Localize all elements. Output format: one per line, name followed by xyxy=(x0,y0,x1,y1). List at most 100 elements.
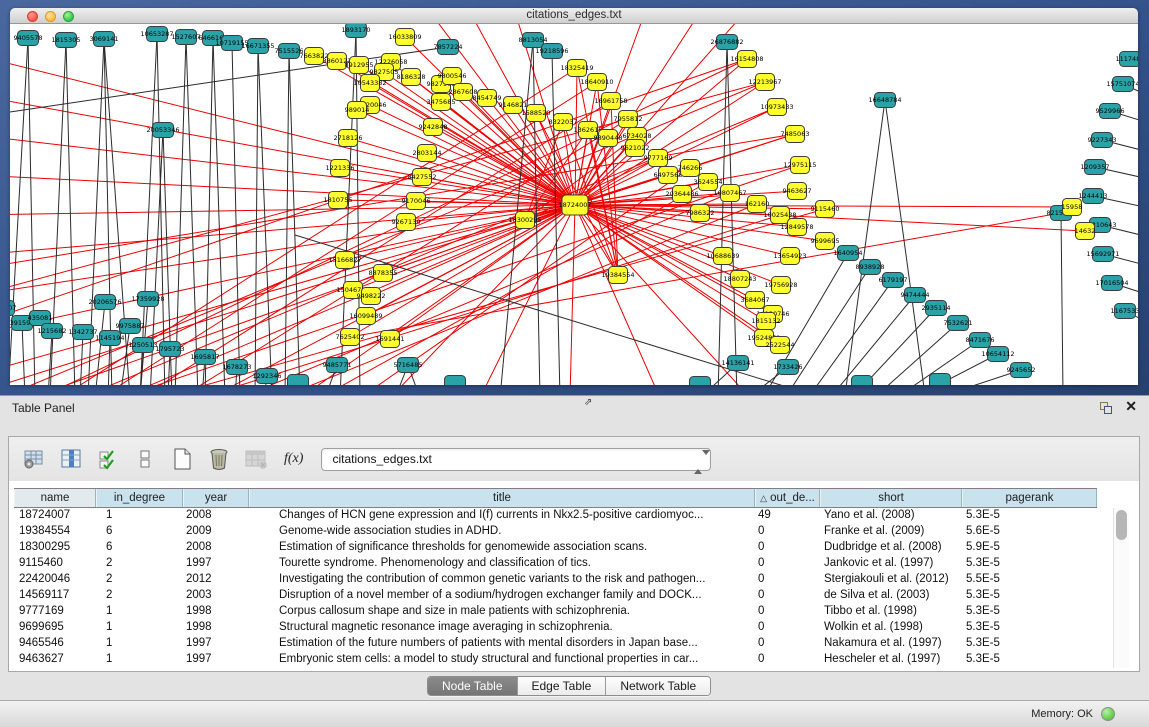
graph-node-9529966[interactable]: 9529966 xyxy=(1096,104,1125,119)
graph-node-9485771[interactable]: 9485771 xyxy=(323,358,352,373)
graph-node-10807467[interactable]: 10807467 xyxy=(713,185,746,202)
graph-node-18724007[interactable]: 18724007 xyxy=(558,195,591,215)
graph-node-8471676[interactable]: 8471676 xyxy=(966,333,995,348)
table-row[interactable]: 969969511998Structural magnetic resonanc… xyxy=(14,620,1097,636)
graph-node[interactable] xyxy=(690,377,711,386)
table-settings-icon[interactable] xyxy=(22,447,46,471)
graph-node-1733426[interactable]: 1733426 xyxy=(774,360,803,375)
graph-node-9463627[interactable]: 9463627 xyxy=(783,183,812,200)
graph-node-162160[interactable]: 162160 xyxy=(745,196,770,213)
table-row[interactable]: 911546021997Tourette syndrome. Phenomeno… xyxy=(14,556,1097,572)
graph-node-19756928[interactable]: 19756928 xyxy=(764,277,797,294)
graph-node-1695817[interactable]: 1695817 xyxy=(191,350,220,365)
table-selector-dropdown[interactable]: citations_edges.txt xyxy=(321,448,711,471)
graph-node-1250513[interactable]: 1250513 xyxy=(129,338,158,353)
table-row[interactable]: 977716911998Corpus callosum shape and si… xyxy=(14,604,1097,620)
delete-column-icon[interactable] xyxy=(207,447,231,471)
graph-node-1678273[interactable]: 1678273 xyxy=(223,360,252,375)
graph-node-12975115[interactable]: 12975115 xyxy=(783,157,816,174)
float-panel-icon[interactable] xyxy=(1100,402,1113,415)
table-row[interactable]: 946362711997Embryonic stem cells: a mode… xyxy=(14,652,1097,668)
graph-node-1815305[interactable]: 1815305 xyxy=(52,33,81,48)
graph-node-17016504[interactable]: 17016504 xyxy=(1095,276,1128,291)
graph-node-19384554[interactable]: 19384554 xyxy=(601,267,634,284)
graph-node-9699695[interactable]: 9699695 xyxy=(811,233,840,250)
graph-node-9115460[interactable]: 9115460 xyxy=(811,201,840,218)
graph-node-3069141[interactable]: 3069141 xyxy=(90,32,119,47)
graph-node-746266[interactable]: 746266 xyxy=(678,160,703,177)
graph-node-1640954[interactable]: 1640954 xyxy=(834,246,863,261)
graph-node-18325419[interactable]: 18325419 xyxy=(560,60,593,77)
graph-node[interactable] xyxy=(930,374,951,386)
graph-node-1292346[interactable]: 1292346 xyxy=(253,369,282,384)
network-window-titlebar[interactable]: citations_edges.txt xyxy=(10,8,1138,24)
graph-node-7857224[interactable]: 7857224 xyxy=(434,40,463,55)
show-columns-icon[interactable] xyxy=(59,447,83,471)
graph-node-9227343[interactable]: 9227343 xyxy=(1088,133,1117,148)
graph-node-1342737[interactable]: 1342737 xyxy=(69,325,98,340)
graph-node-1893170[interactable]: 1893170 xyxy=(342,24,371,38)
column-header-title[interactable]: title xyxy=(249,489,755,507)
column-header-year[interactable]: year xyxy=(183,489,249,507)
column-header-pagerank[interactable]: pagerank xyxy=(962,489,1097,507)
graph-node-8186328[interactable]: 8186328 xyxy=(397,69,426,86)
delete-table-disabled-icon[interactable] xyxy=(244,447,268,471)
column-header-out_de[interactable]: △out_de... xyxy=(755,489,820,507)
table-scrollbar-thumb[interactable] xyxy=(1116,510,1127,540)
graph-node-10653287[interactable]: 10653287 xyxy=(140,27,173,42)
table-scrollbar[interactable] xyxy=(1113,508,1129,668)
graph-node-1691441[interactable]: 1691441 xyxy=(376,331,405,348)
tab-network-table[interactable]: Network Table xyxy=(606,677,710,695)
graph-node-10654112[interactable]: 10654112 xyxy=(981,347,1014,362)
graph-node-20206576[interactable]: 20206576 xyxy=(88,295,121,310)
graph-node-15958[interactable]: 15958 xyxy=(1062,199,1083,216)
graph-node-6179197[interactable]: 6179197 xyxy=(879,273,908,288)
table-row[interactable]: 1938455462009Genome-wide association stu… xyxy=(14,524,1097,540)
graph-node-989014[interactable]: 989014 xyxy=(345,102,370,119)
column-header-in_degree[interactable]: in_degree xyxy=(96,489,183,507)
graph-node-1117484[interactable]: 1117484 xyxy=(1116,52,1138,67)
graph-node-18640910[interactable]: 18640910 xyxy=(580,74,613,91)
graph-node-17359928[interactable]: 17359928 xyxy=(131,292,164,307)
graph-node-2935114[interactable]: 2935114 xyxy=(922,301,951,316)
graph-node-10688639[interactable]: 10688639 xyxy=(706,248,739,265)
graph-node-5716485[interactable]: 5716485 xyxy=(394,358,423,373)
graph-node-12213967[interactable]: 12213967 xyxy=(748,74,781,91)
function-builder-icon[interactable]: f(x) xyxy=(284,451,303,467)
close-panel-icon[interactable]: ✕ xyxy=(1125,398,1137,415)
table-row[interactable]: 1872400712008Changes of HCN gene express… xyxy=(14,508,1097,524)
graph-node-1215682[interactable]: 1215682 xyxy=(38,324,67,339)
graph-node-9245652[interactable]: 9245652 xyxy=(1007,363,1036,378)
graph-node-1795723[interactable]: 1795723 xyxy=(156,342,185,357)
graph-node[interactable] xyxy=(445,376,466,386)
tab-node-table[interactable]: Node Table xyxy=(428,677,518,695)
column-header-short[interactable]: short xyxy=(820,489,962,507)
graph-node-9975887[interactable]: 9975887 xyxy=(116,319,145,334)
graph-node-1167533[interactable]: 1167533 xyxy=(1111,304,1138,319)
select-rows-icon[interactable] xyxy=(133,447,157,471)
new-column-icon[interactable] xyxy=(170,447,194,471)
graph-node-7485063[interactable]: 7485063 xyxy=(781,126,810,143)
graph-node-8938928[interactable]: 8938928 xyxy=(856,260,885,275)
table-row[interactable]: 946554611997Estimation of the future num… xyxy=(14,636,1097,652)
column-header-name[interactable]: name xyxy=(14,489,96,507)
graph-node-1209357[interactable]: 1209357 xyxy=(1081,160,1110,175)
graph-node-9405578[interactable]: 9405578 xyxy=(14,31,43,46)
graph-node-16648784[interactable]: 16648784 xyxy=(868,93,901,108)
graph-node-2803144[interactable]: 2803144 xyxy=(413,145,442,162)
table-row[interactable]: 2242004622012Investigating the contribut… xyxy=(14,572,1097,588)
graph-node-9267130[interactable]: 9267130 xyxy=(392,214,421,231)
table-row[interactable]: 1456911722003Disruption of a novel membe… xyxy=(14,588,1097,604)
graph-node-2718126[interactable]: 2718126 xyxy=(334,130,363,147)
graph-node-15692971[interactable]: 15692971 xyxy=(1086,247,1119,262)
table-row[interactable]: 1830029562008Estimation of significance … xyxy=(14,540,1097,556)
select-all-icon[interactable] xyxy=(96,447,120,471)
graph-node-7532621[interactable]: 7532621 xyxy=(944,316,973,331)
tab-edge-table[interactable]: Edge Table xyxy=(518,677,607,695)
graph-node[interactable] xyxy=(288,375,309,386)
graph-node-26876882[interactable]: 26876882 xyxy=(710,35,743,50)
graph-node-20053346[interactable]: 20053346 xyxy=(146,123,179,138)
graph-node-15751074[interactable]: 15751074 xyxy=(1106,77,1138,92)
graph-node-9474444[interactable]: 9474444 xyxy=(901,288,930,303)
graph-node-181907[interactable]: 181907 xyxy=(10,301,16,316)
